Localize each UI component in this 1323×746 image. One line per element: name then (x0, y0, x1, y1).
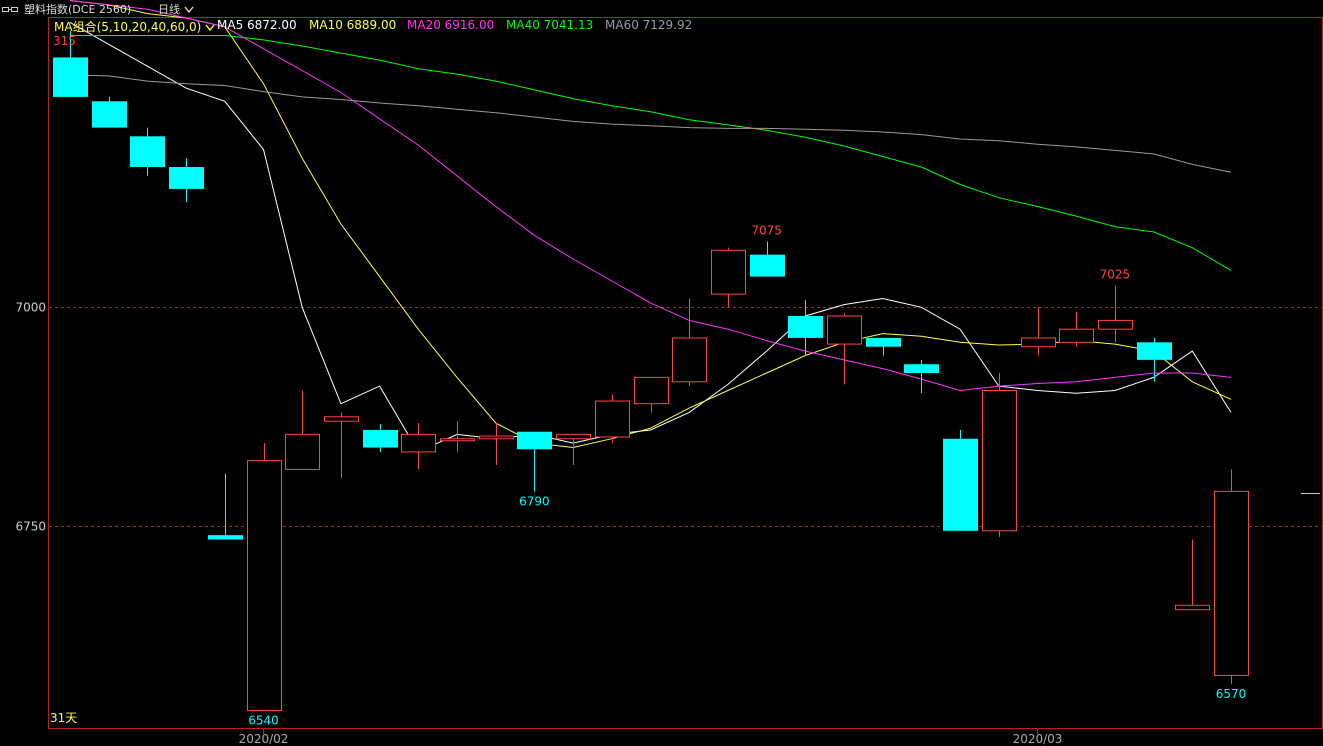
candle (1098, 285, 1133, 343)
corner-label-top: 315 (53, 34, 76, 48)
candle (1059, 311, 1094, 347)
candle-body (247, 460, 282, 711)
candlestick-chart[interactable]: 7075 7025 6790 6540 6570 7000 6750 2020/02 2020… (0, 0, 1323, 746)
candle-body (324, 416, 359, 422)
ma-legend: MA组合(5,10,20,40,60,0) MA5 6872.00 MA10 6… (0, 17, 1323, 35)
candle-body (53, 57, 88, 97)
candle-body (982, 390, 1017, 532)
candle-body (130, 136, 165, 168)
price-annotation: 6540 (248, 713, 279, 727)
price-annotation: 7075 (751, 224, 782, 238)
candle (401, 422, 436, 470)
period-label: 日线 (158, 3, 180, 16)
candle-body (711, 249, 746, 295)
candle-body (634, 376, 669, 405)
candle (595, 394, 630, 444)
candle (672, 298, 707, 387)
candle (750, 241, 785, 277)
candle-body (866, 337, 901, 347)
candle (1137, 337, 1172, 382)
day-count-label: 31天 (50, 711, 77, 725)
candle-body (440, 438, 475, 442)
candle-body (904, 364, 939, 373)
candle (285, 390, 320, 470)
ma5-value: MA5 6872.00 (217, 18, 297, 32)
candle-body (788, 316, 823, 338)
ma60-line (69, 74, 1232, 173)
ma20-value: MA20 6916.00 (407, 18, 495, 32)
candle (1021, 307, 1056, 356)
candle (247, 443, 282, 711)
candle (556, 433, 591, 466)
y-tick-label: 7000 (15, 301, 46, 315)
candle (1214, 469, 1249, 685)
candle-body (595, 400, 630, 438)
candle (169, 158, 204, 203)
candle (904, 359, 939, 394)
candle (440, 421, 475, 452)
candle-body (827, 315, 862, 345)
candle (827, 313, 862, 385)
candle (1175, 539, 1210, 611)
candle-body (1175, 604, 1210, 611)
candle (982, 373, 1017, 537)
price-annotation: 6790 (519, 494, 550, 508)
chevron-down-icon (183, 4, 194, 17)
candle-body (517, 431, 552, 450)
y-tick-label: 6750 (15, 520, 46, 534)
candle-body (750, 254, 785, 277)
candle (866, 337, 901, 356)
candle-body (1098, 319, 1133, 330)
ma-group-selector[interactable]: MA组合(5,10,20,40,60,0) (54, 18, 215, 35)
title-bar: 塑料指数(DCE 2560) 日线 (0, 0, 1323, 17)
candle (788, 300, 823, 356)
ma10-value: MA10 6889.00 (309, 18, 397, 32)
candle (208, 473, 243, 540)
candle-body (1214, 490, 1249, 676)
candle-body (479, 435, 514, 440)
x-tick-label: 2020/02 (239, 732, 289, 746)
candle-body (1137, 342, 1172, 360)
candle-body (1021, 337, 1056, 348)
candle (130, 127, 165, 176)
instrument-title: 塑料指数(DCE 2560) (24, 3, 132, 16)
candle-body (401, 433, 436, 453)
candle (634, 376, 669, 413)
candle-body (943, 438, 978, 531)
price-annotation: 7025 (1100, 267, 1131, 281)
candle-body (208, 535, 243, 540)
candle-body (363, 429, 398, 448)
x-tick-label: 2020/03 (1013, 732, 1063, 746)
candle-body (556, 433, 591, 440)
candle-body (672, 337, 707, 383)
candle-body (285, 433, 320, 470)
candle (517, 431, 552, 492)
candle-body (1059, 328, 1094, 343)
window-menu-icon[interactable] (2, 3, 19, 12)
candle (363, 423, 398, 452)
ma60-value: MA60 7129.92 (605, 18, 693, 32)
candle-body (169, 167, 204, 189)
candle (711, 247, 746, 308)
period-selector[interactable]: 日线 (158, 1, 194, 17)
candle-body (92, 101, 127, 128)
candle (324, 412, 359, 479)
candle (92, 96, 127, 128)
ma40-line (70, 35, 1232, 271)
ma-group-label: MA组合(5,10,20,40,60,0) (54, 20, 202, 34)
chevron-down-icon (205, 21, 215, 35)
ma20-line (69, 0, 1232, 392)
price-annotation: 6570 (1216, 687, 1247, 701)
candle (943, 429, 978, 531)
ma40-value: MA40 7041.13 (506, 18, 594, 32)
